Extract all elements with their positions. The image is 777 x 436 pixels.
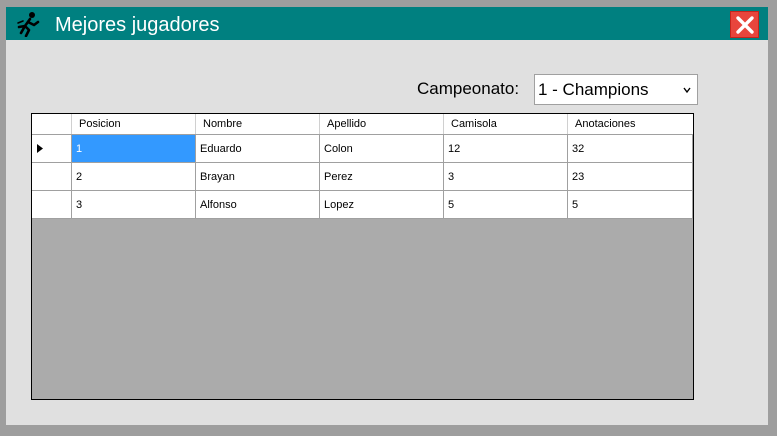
table-row[interactable]: 1 Eduardo Colon 12 32: [32, 135, 693, 163]
table-row[interactable]: 2 Brayan Perez 3 23: [32, 163, 693, 191]
cell-posicion[interactable]: 1: [72, 135, 196, 163]
close-button[interactable]: [730, 11, 759, 38]
close-icon: [735, 15, 754, 34]
current-row-arrow-icon: [37, 144, 43, 153]
title-bar[interactable]: Mejores jugadores: [6, 7, 768, 40]
row-header[interactable]: [32, 191, 72, 219]
column-header-posicion[interactable]: Posicion: [72, 114, 196, 134]
cell-camisola[interactable]: 3: [444, 163, 568, 191]
cell-anotaciones[interactable]: 23: [568, 163, 693, 191]
cell-nombre[interactable]: Brayan: [196, 163, 320, 191]
cell-apellido[interactable]: Perez: [320, 163, 444, 191]
cell-camisola[interactable]: 5: [444, 191, 568, 219]
chevron-down-icon: [683, 87, 691, 94]
campeonato-selected-value: 1 - Champions: [538, 80, 649, 99]
cell-anotaciones[interactable]: 32: [568, 135, 693, 163]
row-header-corner: [32, 114, 72, 134]
cell-nombre[interactable]: Alfonso: [196, 191, 320, 219]
column-header-nombre[interactable]: Nombre: [196, 114, 320, 134]
row-header[interactable]: [32, 135, 72, 163]
cell-apellido[interactable]: Lopez: [320, 191, 444, 219]
window-title: Mejores jugadores: [55, 14, 220, 36]
campeonato-label: Campeonato:: [417, 79, 520, 98]
column-header-camisola[interactable]: Camisola: [444, 114, 568, 134]
column-header-apellido[interactable]: Apellido: [320, 114, 444, 134]
cell-apellido[interactable]: Colon: [320, 135, 444, 163]
grid-header: Posicion Nombre Apellido Camisola Anotac…: [32, 114, 693, 135]
cell-posicion[interactable]: 2: [72, 163, 196, 191]
window: Mejores jugadores Campeonato: 1 - Champi…: [6, 7, 768, 425]
cell-nombre[interactable]: Eduardo: [196, 135, 320, 163]
players-grid[interactable]: Posicion Nombre Apellido Camisola Anotac…: [31, 113, 694, 400]
cell-posicion[interactable]: 3: [72, 191, 196, 219]
cell-camisola[interactable]: 12: [444, 135, 568, 163]
row-header[interactable]: [32, 163, 72, 191]
column-header-anotaciones[interactable]: Anotaciones: [568, 114, 693, 134]
cell-anotaciones[interactable]: 5: [568, 191, 693, 219]
campeonato-select[interactable]: 1 - Champions: [534, 74, 698, 105]
table-row[interactable]: 3 Alfonso Lopez 5 5: [32, 191, 693, 219]
running-player-icon: [17, 12, 40, 37]
